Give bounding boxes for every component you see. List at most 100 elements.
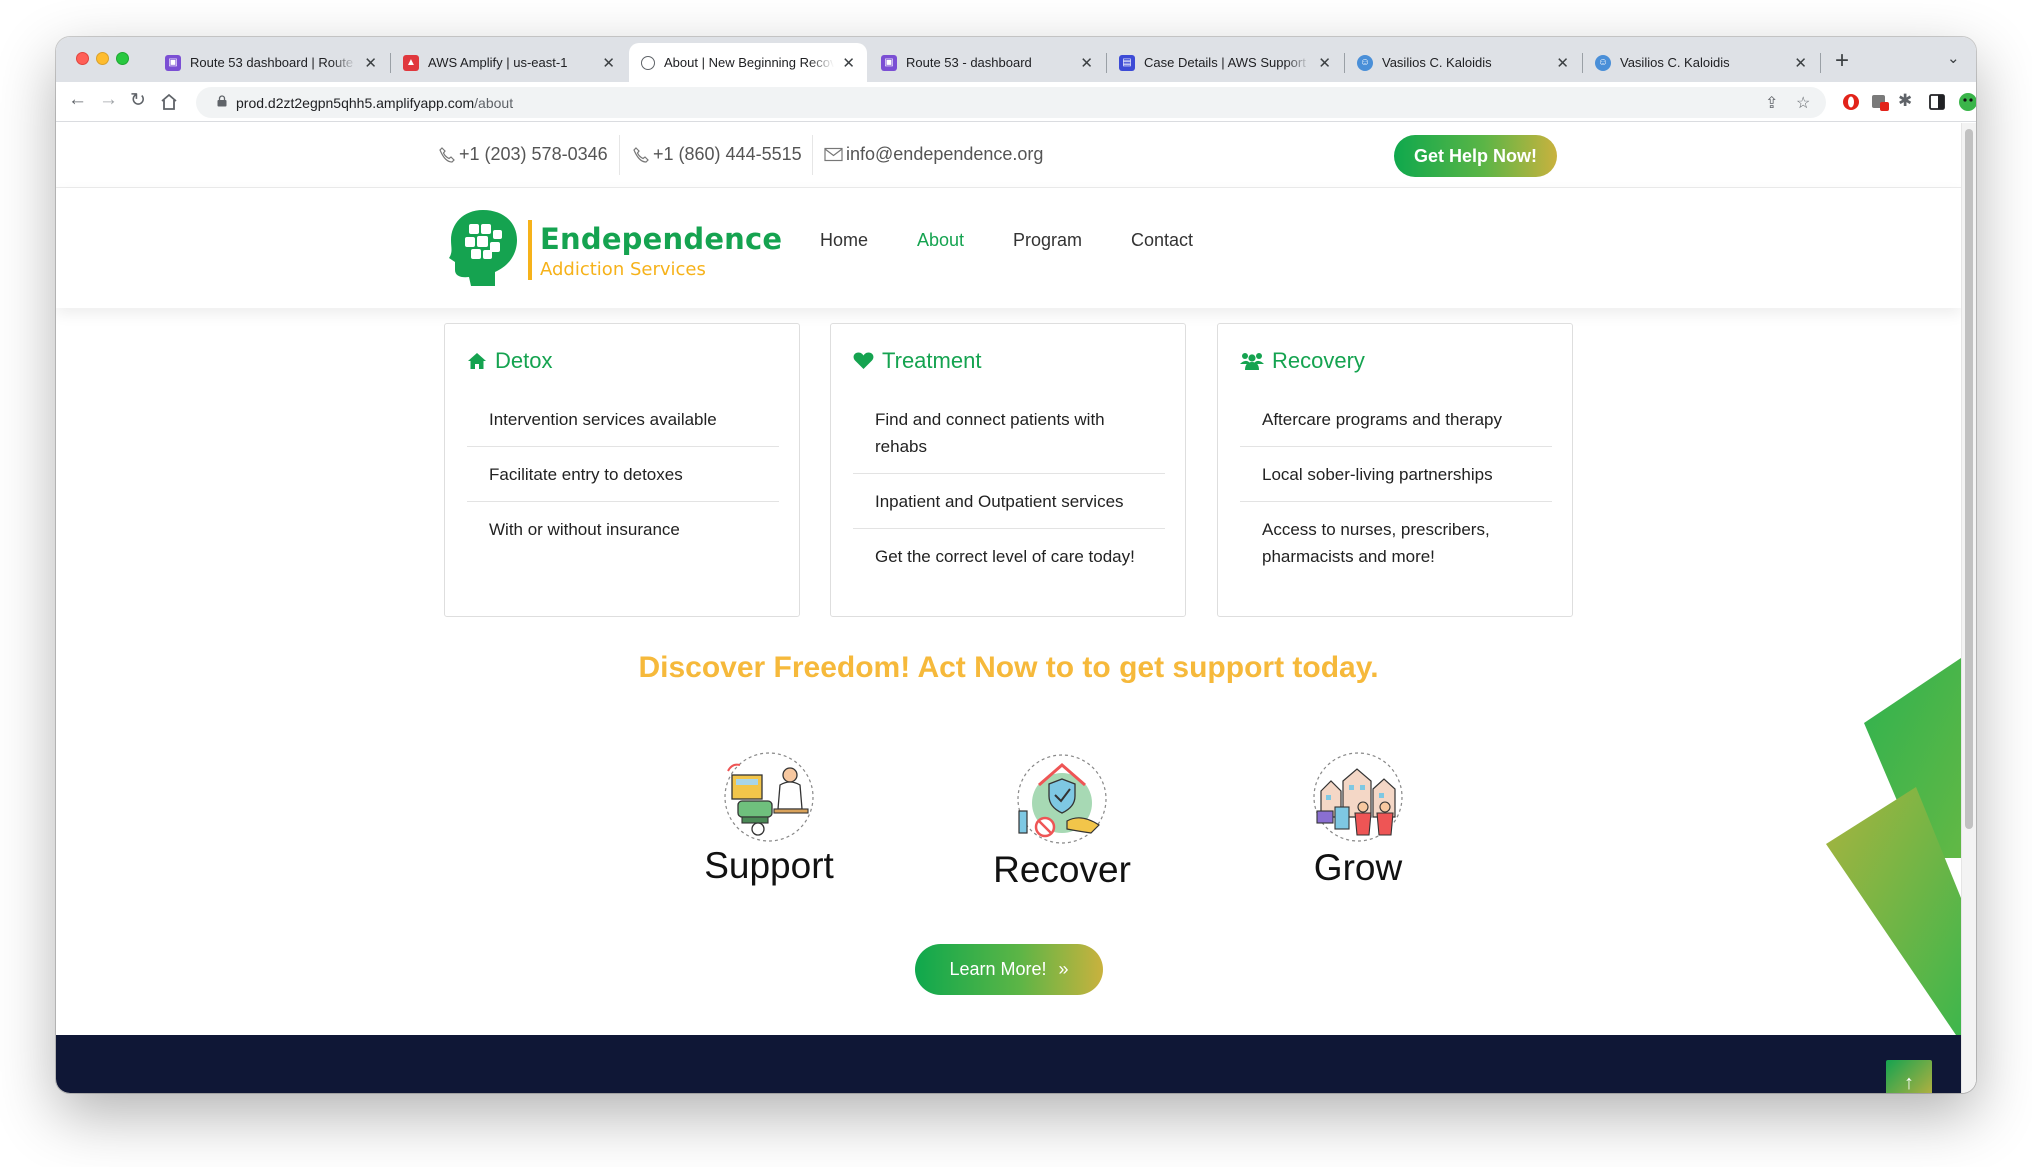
close-tab-icon[interactable]: ✕ [364,54,377,72]
route53-icon: ▣ [165,54,181,71]
scroll-to-top-button[interactable]: ↑ [1886,1060,1932,1093]
card-title-text: Detox [495,348,553,373]
profile-avatar-icon[interactable] [1958,92,1976,112]
nav-contact[interactable]: Contact [1131,230,1193,251]
new-tab-button[interactable]: + [1835,47,1849,75]
phone-icon [633,146,649,163]
phone-2-text: +1 (860) 444-5515 [653,144,802,164]
decorative-shapes [1826,658,1961,1038]
feature-label: Grow [1313,847,1403,888]
phone-1-text: +1 (203) 578-0346 [459,144,608,164]
site-header: Endependence Addiction Services Home Abo… [56,188,1961,308]
list-item: Facilitate entry to detoxes [467,447,779,502]
card-title: Detox [467,348,552,374]
list-item: With or without insurance [489,520,680,539]
tab-title: About | New Beginning Recovery [664,55,835,70]
card-title-text: Treatment [882,348,982,373]
scrollbar-thumb[interactable] [1965,129,1973,829]
card-detox: Detox Intervention services available Fa… [444,323,800,617]
card-title-text: Recovery [1272,348,1365,373]
person-icon: ☺ [1595,54,1611,71]
tab-case-details[interactable]: ▤ Case Details | AWS Support Center ✕ [1107,43,1343,82]
support-icon: ▤ [1119,54,1135,71]
minimize-window-button[interactable] [96,52,109,65]
tab-title: Case Details | AWS Support Center [1144,55,1310,70]
logo-subtitle: Addiction Services [540,259,706,280]
get-help-now-button[interactable]: Get Help Now! [1394,135,1557,177]
tab-about-active[interactable]: About | New Beginning Recovery ✕ [629,43,867,82]
page-viewport: +1 (203) 578-0346 +1 (860) 444-5515 info… [56,123,1976,1093]
opera-extension-icon[interactable] [1842,93,1860,111]
learn-more-button[interactable]: Learn More! » [915,944,1103,995]
page-scrollbar[interactable] [1961,123,1976,1093]
recover-illustration-icon [1017,754,1107,844]
person-icon: ☺ [1357,54,1373,71]
phone-1[interactable]: +1 (203) 578-0346 [438,144,608,165]
tab-route53-dashboard-2[interactable]: ▣ Route 53 - dashboard ✕ [869,43,1105,82]
tab-title: Vasilios C. Kaloidis [1382,55,1492,70]
url-path: /about [474,95,514,111]
share-icon[interactable]: ⇪ [1765,93,1778,113]
logo-name[interactable]: Endependence [540,222,782,256]
tab-search-chevron-icon[interactable]: ⌄ [1947,49,1960,67]
card-list: Aftercare programs and therapy Local sob… [1240,392,1552,583]
phone-2[interactable]: +1 (860) 444-5515 [632,144,802,165]
tab-profile-1[interactable]: ☺ Vasilios C. Kaloidis ✕ [1345,43,1581,82]
reload-icon[interactable]: ↻ [130,89,146,112]
site-footer [56,1035,1961,1093]
tab-title: AWS Amplify | us-east-1 [428,55,568,70]
browser-toolbar: ← → ↻ prod.d2zt2egpn5qhh5.amplifyapp.com… [56,82,1976,122]
nav-program[interactable]: Program [1013,230,1082,251]
grow-illustration-icon [1313,752,1403,842]
close-tab-icon[interactable]: ✕ [602,54,615,72]
maximize-window-button[interactable] [116,52,129,65]
email-text: info@endependence.org [846,144,1044,164]
card-treatment: Treatment Find and connect patients with… [830,323,1186,617]
address-bar[interactable]: prod.d2zt2egpn5qhh5.amplifyapp.com/about… [196,87,1826,118]
close-tab-icon[interactable]: ✕ [1794,54,1807,72]
extension-badge-icon[interactable] [1871,93,1889,111]
email-link[interactable]: info@endependence.org [824,144,1043,165]
card-title: Treatment [853,348,981,374]
logo-divider [528,220,532,280]
tab-title: Route 53 - dashboard [906,55,1032,70]
list-item: Get the correct level of care today! [875,547,1135,566]
phone-icon [439,146,455,163]
close-tab-icon[interactable]: ✕ [1080,54,1093,72]
feature-support: Support [659,751,879,887]
list-item: Local sober-living partnerships [1240,447,1552,502]
list-item: Find and connect patients with rehabs [853,392,1165,474]
tab-title: Vasilios C. Kaloidis [1620,55,1730,70]
close-window-button[interactable] [76,52,89,65]
support-illustration-icon [724,752,814,842]
card-list: Find and connect patients with rehabs In… [853,392,1165,583]
users-icon [1240,353,1264,370]
card-recovery: Recovery Aftercare programs and therapy … [1217,323,1573,617]
contact-bar: +1 (203) 578-0346 +1 (860) 444-5515 info… [56,123,1961,188]
tab-aws-amplify[interactable]: ▲ AWS Amplify | us-east-1 ✕ [391,43,627,82]
logo-head-puzzle-icon[interactable] [447,208,519,288]
close-tab-icon[interactable]: ✕ [842,54,855,72]
nav-about[interactable]: About [917,230,964,251]
close-tab-icon[interactable]: ✕ [1556,54,1569,72]
feature-label: Recover [993,849,1131,890]
puzzle-extensions-icon[interactable]: ✱ [1898,91,1912,111]
nav-home[interactable]: Home [820,230,868,251]
tab-profile-2[interactable]: ☺ Vasilios C. Kaloidis ✕ [1583,43,1819,82]
arrow-up-icon: ↑ [1904,1071,1914,1094]
close-tab-icon[interactable]: ✕ [1318,54,1331,72]
lock-icon[interactable] [217,95,227,107]
bookmark-star-icon[interactable]: ☆ [1796,93,1810,113]
list-item: Aftercare programs and therapy [1240,392,1552,447]
amplify-icon: ▲ [403,54,419,71]
feature-label: Support [704,845,834,886]
back-arrow-icon[interactable]: ← [68,89,87,111]
side-panel-icon[interactable] [1928,93,1946,111]
browser-window: ▣ Route 53 dashboard | Route 53 ✕ ▲ AWS … [56,37,1976,1093]
heart-icon [853,352,874,369]
home-icon[interactable] [160,93,178,111]
forward-arrow-icon[interactable]: → [99,89,118,111]
envelope-icon [824,147,843,162]
route53-icon: ▣ [881,54,897,71]
tab-route53-dashboard[interactable]: ▣ Route 53 dashboard | Route 53 ✕ [153,43,389,82]
